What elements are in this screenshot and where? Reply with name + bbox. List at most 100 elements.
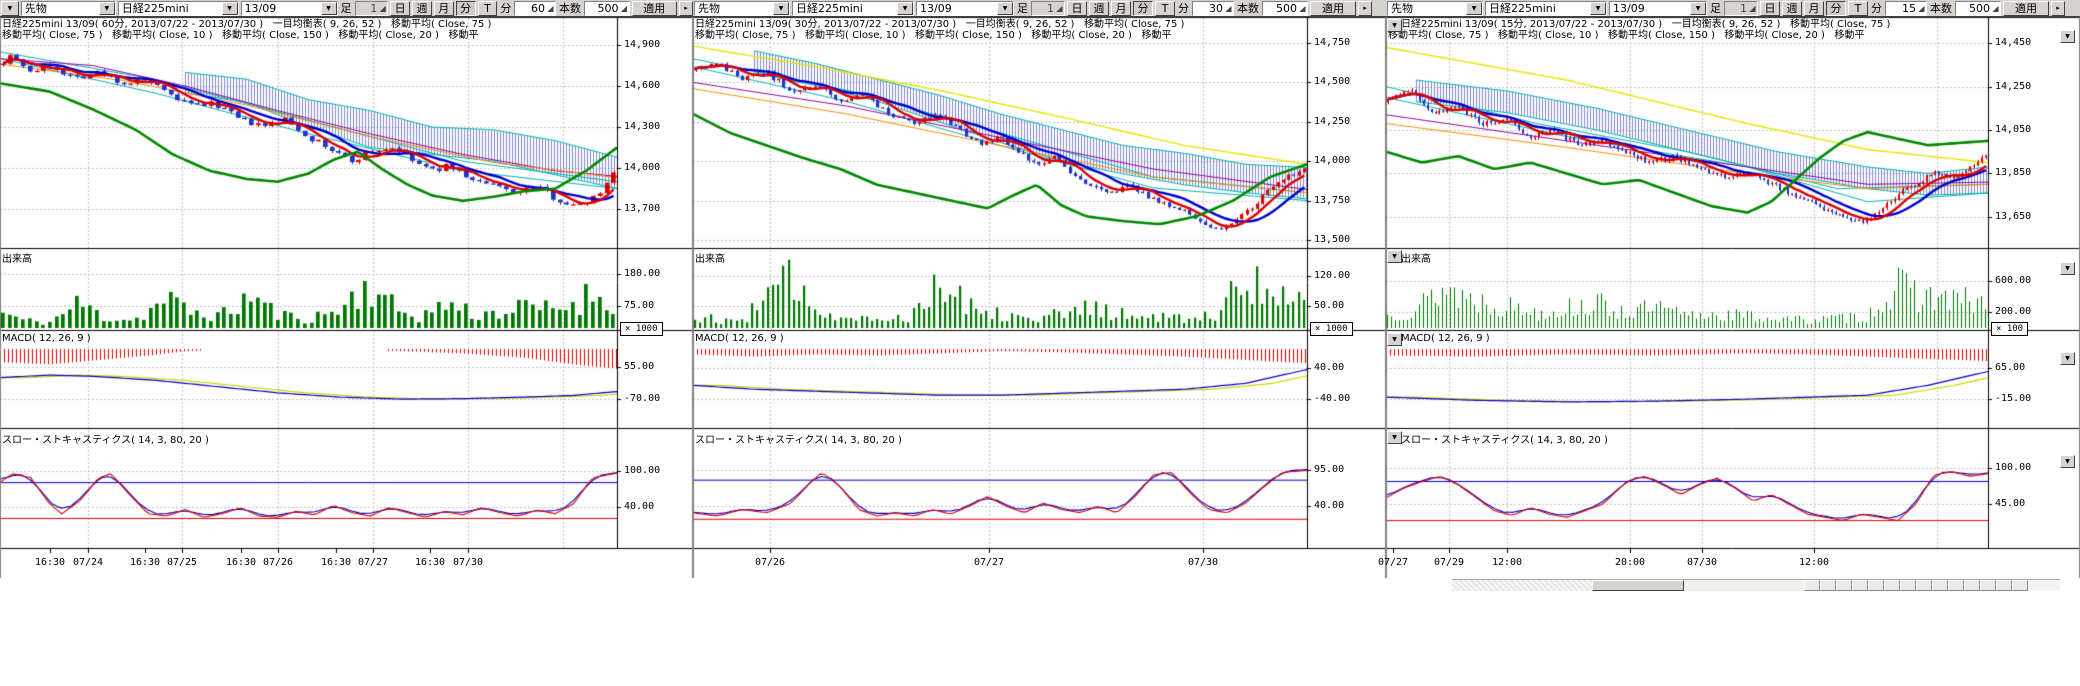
bars-input[interactable]: 500◢ xyxy=(584,1,630,16)
bar-type-input[interactable]: 1◢ xyxy=(1031,1,1065,16)
spinner-value: 30 xyxy=(1193,2,1224,15)
period-button-5[interactable]: T xyxy=(1155,1,1175,16)
scrollbar-page-box[interactable] xyxy=(1820,580,1836,591)
spinner-icon[interactable]: ◢ xyxy=(378,4,387,13)
price-axis-label: 13,700 xyxy=(624,203,660,214)
chart-panel-15min: 先物▼日経225mini▼13/09▼足1◢日週月分T分15◢本数500◢適用▸… xyxy=(1386,0,2080,592)
dropdown-icon[interactable]: ▼ xyxy=(99,2,115,15)
instrument-select[interactable]: 日経225mini▼ xyxy=(118,1,239,16)
bars-input[interactable]: 500◢ xyxy=(1955,1,2001,16)
toolbar-grip-button[interactable]: ▸ xyxy=(1358,1,1372,16)
scrollbar-page-box[interactable] xyxy=(1964,580,1980,591)
panel-menu-button[interactable]: ▼ xyxy=(1,1,19,16)
stoch-pane-label: スロー・ストキャスティクス( 14, 3, 80, 20 ) xyxy=(695,431,902,446)
chart-canvas[interactable] xyxy=(693,0,1386,592)
collapse-pane-icon[interactable]: ▼ xyxy=(1387,250,1402,263)
collapse-pane-button[interactable]: ▼ xyxy=(2060,352,2075,365)
period-button-2[interactable]: 週 xyxy=(412,1,432,16)
period-button-5[interactable]: T xyxy=(478,1,498,16)
horizontal-scrollbar[interactable] xyxy=(1452,579,2060,591)
instrument-select[interactable]: 日経225mini▼ xyxy=(792,1,914,16)
spinner-icon[interactable]: ◢ xyxy=(546,4,555,13)
period-button-1[interactable]: 日 xyxy=(390,1,410,16)
scrollbar-page-box[interactable] xyxy=(2012,580,2028,591)
period-button-2[interactable]: 週 xyxy=(1089,1,1109,16)
apply-button[interactable]: 適用 xyxy=(2003,1,2049,16)
minutes-input[interactable]: 15◢ xyxy=(1885,1,1927,16)
apply-button[interactable]: 適用 xyxy=(632,1,678,16)
collapse-pane-icon[interactable]: ▼ xyxy=(1387,19,1402,32)
scrollbar-page-box[interactable] xyxy=(1932,580,1948,591)
dropdown-icon[interactable]: ▼ xyxy=(321,2,337,15)
scrollbar-page-box[interactable] xyxy=(1948,580,1964,591)
dropdown-icon[interactable]: ▼ xyxy=(222,2,238,15)
scrollbar-page-box[interactable] xyxy=(1900,580,1916,591)
chart-canvas[interactable] xyxy=(0,0,693,592)
time-axis-label: 07/30 xyxy=(1181,557,1225,568)
spinner-icon[interactable]: ◢ xyxy=(1298,4,1307,13)
chart-canvas[interactable] xyxy=(1386,0,2080,592)
collapse-pane-button[interactable]: ▼ xyxy=(2060,30,2075,43)
scrollbar-page-box[interactable] xyxy=(1980,580,1996,591)
spinner-icon[interactable]: ◢ xyxy=(1917,4,1926,13)
instrument-select[interactable]: 日経225mini▼ xyxy=(1485,1,1607,16)
period-button-4[interactable]: 分 xyxy=(1133,1,1153,16)
scrollbar-page-box[interactable] xyxy=(1804,580,1820,591)
spinner-icon[interactable]: ◢ xyxy=(1991,4,2000,13)
period-button-4[interactable]: 分 xyxy=(456,1,476,16)
period-button-2[interactable]: 週 xyxy=(1782,1,1802,16)
selected-value: 日経225mini xyxy=(119,2,222,15)
period-button-3[interactable]: 月 xyxy=(1111,1,1131,16)
instrument-type-select[interactable]: 先物▼ xyxy=(694,1,790,16)
scrollbar-thumb[interactable] xyxy=(1592,580,1684,591)
contract-month-select[interactable]: 13/09▼ xyxy=(1609,1,1707,16)
contract-month-select[interactable]: 13/09▼ xyxy=(241,1,338,16)
price-axis-label: 14,050 xyxy=(1995,124,2031,135)
toolbar-grip-button[interactable]: ▸ xyxy=(679,1,693,16)
scrollbar-page-box[interactable] xyxy=(1836,580,1852,591)
minutes-input[interactable]: 30◢ xyxy=(1192,1,1234,16)
dropdown-icon[interactable]: ▼ xyxy=(1690,2,1706,15)
apply-button[interactable]: 適用 xyxy=(1310,1,1356,16)
chart-indicator-list: 移動平均( Close, 75 ) 移動平均( Close, 10 ) 移動平均… xyxy=(695,30,1171,41)
scrollbar-page-box[interactable] xyxy=(1852,580,1868,591)
period-button-5[interactable]: T xyxy=(1848,1,1868,16)
bar-type-input[interactable]: 1◢ xyxy=(355,1,389,16)
minutes-input[interactable]: 60◢ xyxy=(514,1,556,16)
selected-value: 日経225mini xyxy=(793,2,897,15)
period-button-1[interactable]: 日 xyxy=(1760,1,1780,16)
volume-axis-label: 180.00 xyxy=(624,268,660,279)
dropdown-icon[interactable]: ▼ xyxy=(1590,2,1606,15)
spinner-icon[interactable]: ◢ xyxy=(620,4,629,13)
time-axis-label: 07/30 xyxy=(446,557,490,568)
scrollbar-page-box[interactable] xyxy=(1868,580,1884,591)
dropdown-icon[interactable]: ▼ xyxy=(1466,2,1482,15)
time-axis-label: 07/27 xyxy=(1371,557,1415,568)
bars-label: 本数 xyxy=(1236,0,1260,16)
dropdown-icon[interactable]: ▼ xyxy=(997,2,1013,15)
scrollbar-page-box[interactable] xyxy=(1996,580,2012,591)
scrollbar-track[interactable] xyxy=(1684,580,1804,591)
dropdown-icon[interactable]: ▼ xyxy=(897,2,913,15)
collapse-pane-button[interactable]: ▼ xyxy=(2060,455,2075,468)
collapse-pane-icon[interactable]: ▼ xyxy=(1387,431,1402,444)
scrollbar-page-box[interactable] xyxy=(1884,580,1900,591)
collapse-pane-icon[interactable]: ▼ xyxy=(1387,333,1402,346)
instrument-type-select[interactable]: 先物▼ xyxy=(1387,1,1483,16)
period-button-3[interactable]: 月 xyxy=(434,1,454,16)
contract-month-select[interactable]: 13/09▼ xyxy=(916,1,1014,16)
collapse-pane-button[interactable]: ▼ xyxy=(2060,262,2075,275)
bar-type-input[interactable]: 1◢ xyxy=(1724,1,1758,16)
period-button-1[interactable]: 日 xyxy=(1067,1,1087,16)
time-axis-label: 12:00 xyxy=(1792,557,1836,568)
instrument-type-select[interactable]: 先物▼ xyxy=(21,1,116,16)
period-button-4[interactable]: 分 xyxy=(1826,1,1846,16)
period-button-3[interactable]: 月 xyxy=(1804,1,1824,16)
spinner-icon[interactable]: ◢ xyxy=(1224,4,1233,13)
bars-input[interactable]: 500◢ xyxy=(1262,1,1308,16)
spinner-icon[interactable]: ◢ xyxy=(1055,4,1064,13)
toolbar-grip-button[interactable]: ▸ xyxy=(2051,1,2065,16)
dropdown-icon[interactable]: ▼ xyxy=(773,2,789,15)
spinner-icon[interactable]: ◢ xyxy=(1748,4,1757,13)
scrollbar-page-box[interactable] xyxy=(1916,580,1932,591)
